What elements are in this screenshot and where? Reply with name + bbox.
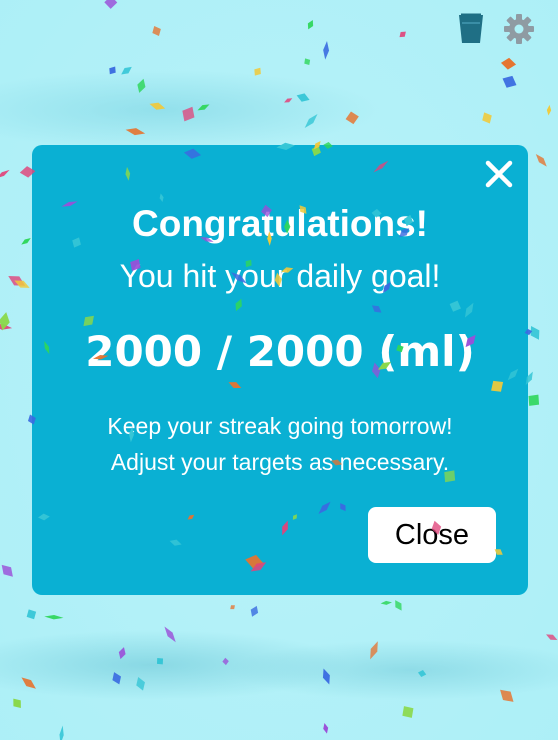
close-icon[interactable] [482,157,516,191]
close-button[interactable]: Close [368,507,496,563]
gear-icon[interactable] [502,12,536,46]
water-glass-icon[interactable] [454,12,488,46]
modal-subtitle: You hit your daily goal! [119,258,441,294]
modal-title: Congratulations! [132,203,428,244]
streak-message: Keep your streak going tomorrow! [107,413,453,439]
goal-reached-modal: Congratulations! You hit your daily goal… [32,145,528,595]
top-toolbar [454,12,536,46]
intake-amount: 2000 / 2000 (ml) [85,327,475,376]
targets-message: Adjust your targets as necessary. [110,449,450,475]
